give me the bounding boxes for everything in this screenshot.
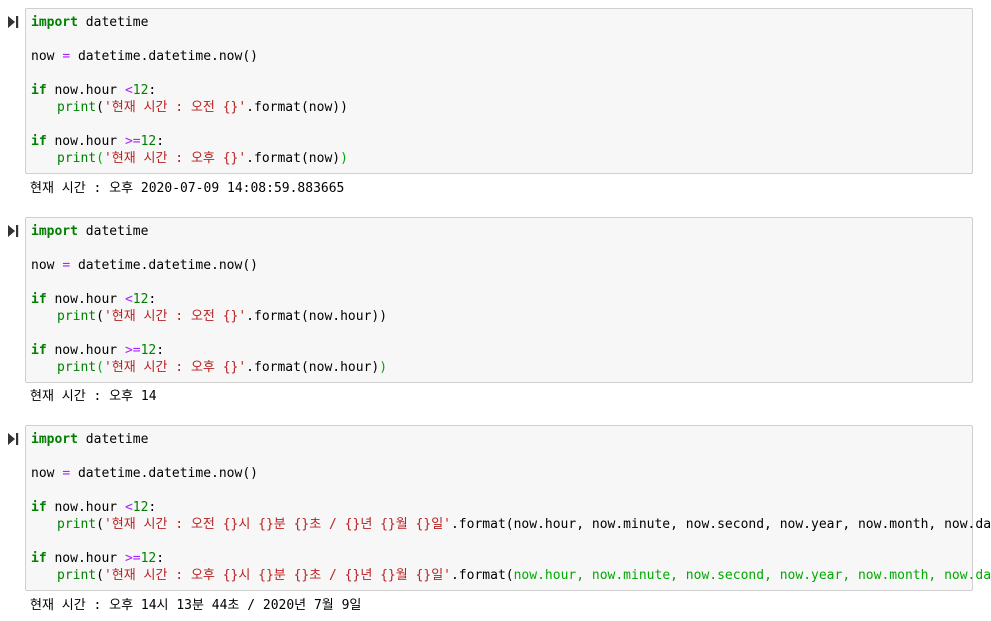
code-line: if now.hour <12: — [31, 83, 157, 98]
cell-output-3: 현재 시간 : 오후 14시 13분 44초 / 2020년 7월 9일 — [30, 598, 362, 613]
code-line: now = datetime.datetime.now() — [31, 466, 258, 481]
code-line: now = datetime.datetime.now() — [31, 49, 258, 64]
code-line: print('현재 시간 : 오전 {}'.format(now)) — [57, 100, 348, 115]
code-line: print('현재 시간 : 오후 {}시 {}분 {}초 / {}년 {}월 … — [57, 568, 991, 583]
code-input-2[interactable]: import datetime now = datetime.datetime.… — [25, 217, 973, 383]
code-line: now = datetime.datetime.now() — [31, 258, 258, 273]
code-line: if now.hour >=12: — [31, 134, 165, 149]
run-icon — [8, 225, 19, 237]
code-input-3[interactable]: import datetime now = datetime.datetime.… — [25, 425, 991, 591]
code-line: if now.hour >=12: — [31, 343, 165, 358]
cell-output-2: 현재 시간 : 오후 14 — [30, 389, 157, 404]
code-line: print('현재 시간 : 오후 {}'.format(now.hour)) — [57, 360, 388, 375]
code-line: print('현재 시간 : 오전 {}'.format(now.hour)) — [57, 309, 388, 324]
code-line: import datetime — [31, 15, 149, 30]
code-line: if now.hour <12: — [31, 500, 157, 515]
run-cell-button-3[interactable] — [7, 432, 19, 446]
code-line: import datetime — [31, 432, 149, 447]
run-cell-button-1[interactable] — [7, 15, 19, 29]
code-line: if now.hour <12: — [31, 292, 157, 307]
run-cell-button-2[interactable] — [7, 224, 19, 238]
run-icon — [8, 16, 19, 28]
cell-output-1: 현재 시간 : 오후 2020-07-09 14:08:59.883665 — [30, 181, 345, 196]
code-line: import datetime — [31, 224, 149, 239]
code-line: print('현재 시간 : 오후 {}'.format(now)) — [57, 151, 348, 166]
code-input-1[interactable]: import datetime now = datetime.datetime.… — [25, 8, 973, 174]
code-line: print('현재 시간 : 오전 {}시 {}분 {}초 / {}년 {}월 … — [57, 517, 991, 532]
run-icon — [8, 433, 19, 445]
code-line: if now.hour >=12: — [31, 551, 165, 566]
